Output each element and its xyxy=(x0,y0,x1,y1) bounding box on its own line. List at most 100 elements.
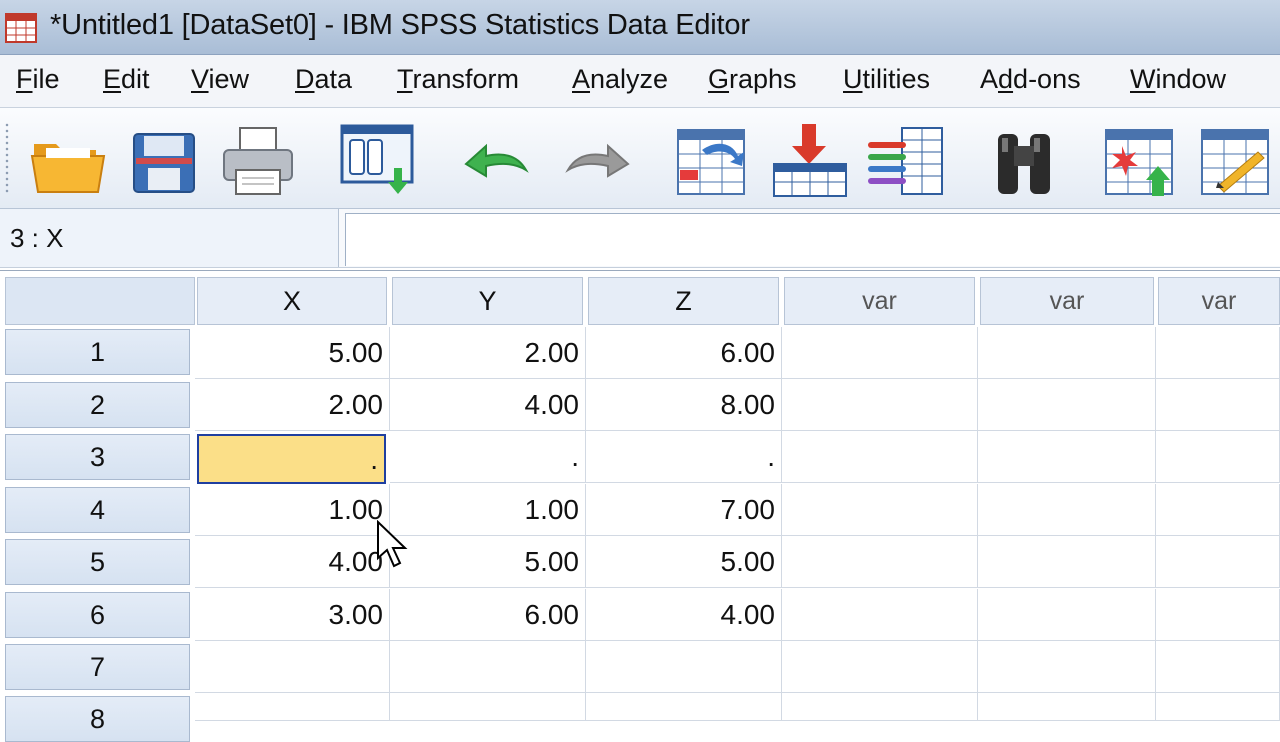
recall-dialog-button[interactable] xyxy=(338,120,418,200)
data-cell[interactable] xyxy=(978,641,1156,693)
data-cell[interactable] xyxy=(1156,641,1280,693)
data-cell[interactable] xyxy=(978,379,1156,431)
find-button[interactable] xyxy=(984,120,1064,200)
go-to-case-button[interactable] xyxy=(672,120,752,200)
data-cell[interactable]: 2.00 xyxy=(390,327,586,379)
data-cell[interactable] xyxy=(978,589,1156,641)
data-cell[interactable] xyxy=(195,693,390,721)
data-cell[interactable] xyxy=(1156,379,1280,431)
data-cell[interactable] xyxy=(1156,484,1280,536)
variables-button[interactable] xyxy=(866,120,946,200)
variables-icon xyxy=(868,127,943,195)
window-title: *Untitled1 [DataSet0] - IBM SPSS Statist… xyxy=(50,9,750,41)
data-cell[interactable] xyxy=(195,641,390,693)
row-header[interactable]: 3 xyxy=(5,434,190,480)
menu-transform[interactable]: Transform xyxy=(397,64,519,95)
data-cell[interactable]: 7.00 xyxy=(586,484,782,536)
toolbar-grip[interactable] xyxy=(4,122,10,194)
menu-graphs[interactable]: Graphs xyxy=(708,64,797,95)
save-button[interactable] xyxy=(124,120,204,200)
data-cell[interactable]: 5.00 xyxy=(390,536,586,588)
data-cell[interactable] xyxy=(782,484,978,536)
open-folder-button[interactable] xyxy=(28,120,108,200)
data-cell[interactable]: . xyxy=(390,431,586,483)
insert-cases-button[interactable] xyxy=(1100,120,1180,200)
data-cell[interactable]: 6.00 xyxy=(586,327,782,379)
data-cell[interactable]: 1.00 xyxy=(195,484,390,536)
menu-utilities[interactable]: Utilities xyxy=(843,64,930,95)
data-cell[interactable] xyxy=(782,327,978,379)
data-cell[interactable] xyxy=(782,536,978,588)
print-button[interactable] xyxy=(218,120,298,200)
data-cell[interactable] xyxy=(1156,431,1280,483)
insert-variable-button[interactable] xyxy=(1196,120,1276,200)
undo-button[interactable] xyxy=(458,120,538,200)
column-header-z[interactable]: Z xyxy=(588,277,779,325)
data-cell[interactable] xyxy=(586,693,782,721)
data-cell[interactable]: 8.00 xyxy=(586,379,782,431)
spss-app-icon[interactable] xyxy=(2,6,42,46)
column-header-var[interactable]: var xyxy=(980,277,1154,325)
data-cell[interactable]: 4.00 xyxy=(390,379,586,431)
toolbar xyxy=(0,108,1280,209)
data-cell[interactable] xyxy=(782,379,978,431)
row-header[interactable]: 4 xyxy=(5,487,190,533)
column-header-x[interactable]: X xyxy=(197,277,387,325)
data-cell[interactable] xyxy=(978,484,1156,536)
data-cell[interactable] xyxy=(782,641,978,693)
grid-corner[interactable] xyxy=(5,277,195,325)
row-header[interactable]: 5 xyxy=(5,539,190,585)
data-cell[interactable] xyxy=(390,641,586,693)
data-cell[interactable] xyxy=(978,327,1156,379)
data-cell[interactable]: 3.00 xyxy=(195,589,390,641)
data-cell[interactable]: 4.00 xyxy=(195,536,390,588)
data-cell[interactable]: 2.00 xyxy=(195,379,390,431)
data-grid: X Y Z var var var 1 5.00 2.00 6.00 2 2.0… xyxy=(0,270,1280,742)
data-cell[interactable] xyxy=(1156,693,1280,721)
save-icon xyxy=(133,133,195,193)
find-icon xyxy=(998,134,1050,194)
data-cell[interactable] xyxy=(978,431,1156,483)
recall-dialog-icon xyxy=(340,124,414,194)
data-cell[interactable]: 5.00 xyxy=(195,327,390,379)
data-cell[interactable]: 6.00 xyxy=(390,589,586,641)
cell-reference: 3 : X xyxy=(10,223,64,253)
row-header[interactable]: 7 xyxy=(5,644,190,690)
row-header[interactable]: 6 xyxy=(5,592,190,638)
data-cell[interactable] xyxy=(1156,327,1280,379)
menu-edit[interactable]: Edit xyxy=(103,64,150,95)
cell-value-editor[interactable] xyxy=(345,213,1280,266)
data-cell[interactable] xyxy=(782,431,978,483)
data-cell[interactable] xyxy=(782,589,978,641)
column-header-y[interactable]: Y xyxy=(392,277,583,325)
data-cell[interactable] xyxy=(390,693,586,721)
row-header[interactable]: 2 xyxy=(5,382,190,428)
go-to-variable-button[interactable] xyxy=(770,120,850,200)
menu-view[interactable]: View xyxy=(191,64,249,95)
selected-data-cell[interactable]: . xyxy=(197,434,386,484)
mouse-cursor-icon xyxy=(377,520,408,568)
insert-variable-icon xyxy=(1201,129,1269,195)
column-header-var[interactable]: var xyxy=(1158,277,1280,325)
menu-file[interactable]: File xyxy=(16,64,60,95)
data-cell[interactable] xyxy=(782,693,978,721)
menu-window[interactable]: Window xyxy=(1130,64,1226,95)
menu-data[interactable]: Data xyxy=(295,64,352,95)
data-cell[interactable] xyxy=(978,693,1156,721)
data-cell[interactable] xyxy=(1156,536,1280,588)
data-cell[interactable]: . xyxy=(586,431,782,483)
menu-analyze[interactable]: Analyze xyxy=(572,64,668,95)
data-cell[interactable] xyxy=(586,641,782,693)
data-cell[interactable] xyxy=(1156,589,1280,641)
row-header[interactable]: 1 xyxy=(5,329,190,375)
menu-add-ons[interactable]: Add-ons xyxy=(980,64,1081,95)
data-cell[interactable]: 4.00 xyxy=(586,589,782,641)
row-header[interactable]: 8 xyxy=(5,696,190,742)
data-cell[interactable] xyxy=(978,536,1156,588)
data-cell[interactable]: 5.00 xyxy=(586,536,782,588)
column-header-var[interactable]: var xyxy=(784,277,975,325)
undo-icon xyxy=(464,143,529,178)
redo-button[interactable] xyxy=(556,120,636,200)
data-cell[interactable]: 1.00 xyxy=(390,484,586,536)
title-bar[interactable]: *Untitled1 [DataSet0] - IBM SPSS Statist… xyxy=(0,0,1280,55)
